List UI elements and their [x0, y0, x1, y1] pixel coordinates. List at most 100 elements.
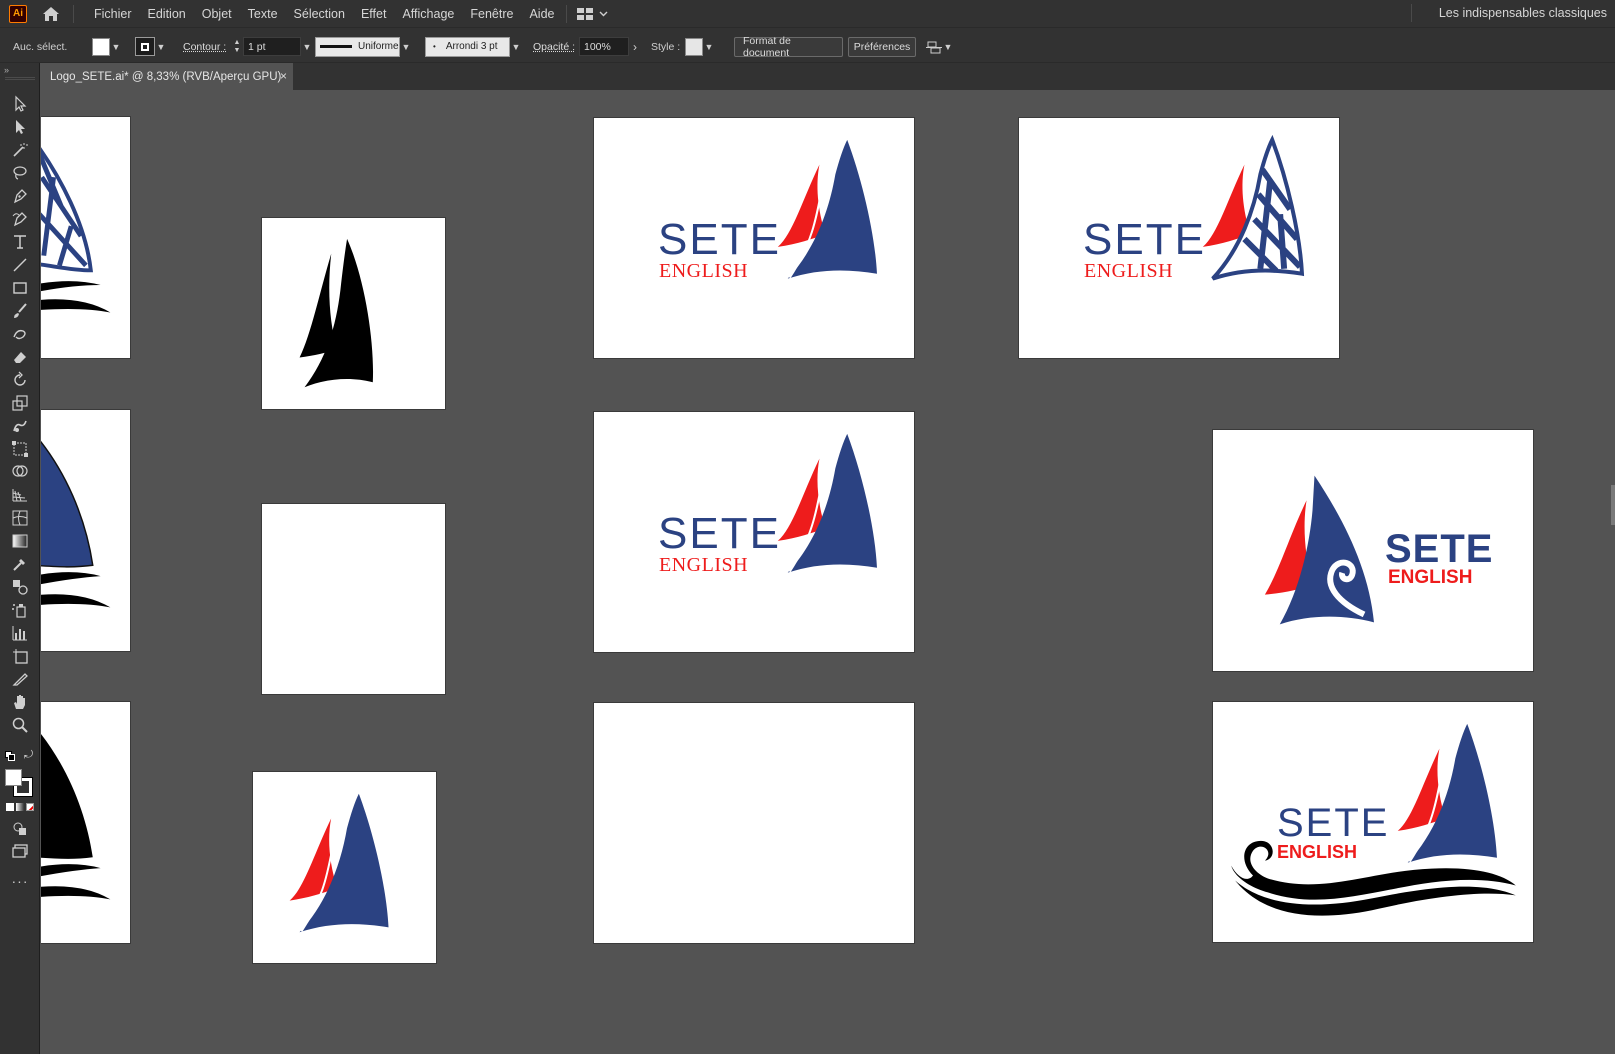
variable-width-profile[interactable]: Uniforme ▼: [315, 36, 412, 57]
chevron-down-icon[interactable]: ▼: [942, 37, 954, 56]
vertical-scrollbar[interactable]: [1611, 485, 1615, 525]
menu-fichier[interactable]: Fichier: [86, 7, 140, 21]
document-tab-title: Logo_SETE.ai* @ 8,33% (RVB/Aperçu GPU): [50, 70, 282, 83]
screen-mode-icon[interactable]: [8, 840, 32, 862]
canvas[interactable]: SETE ENGLISH SETE ENGLISH SETE ENGLISH S…: [41, 90, 1615, 1054]
opacity-input[interactable]: 100%: [579, 37, 629, 56]
eyedropper-tool-icon[interactable]: [8, 553, 32, 575]
line-tool-icon[interactable]: [8, 254, 32, 276]
direct-selection-tool-icon[interactable]: [8, 116, 32, 138]
workspace-switcher[interactable]: Les indispensables classiques: [1439, 6, 1607, 20]
stroke-color-control[interactable]: ▼: [135, 37, 167, 56]
brush-definition[interactable]: • Arrondi 3 pt ▼: [425, 36, 522, 57]
opacity-label[interactable]: Opacité :: [533, 37, 575, 56]
arrange-documents-button[interactable]: [577, 7, 608, 20]
more-tools-icon[interactable]: ···: [8, 870, 32, 892]
type-tool-icon[interactable]: [8, 231, 32, 253]
stroke-weight-input[interactable]: 1 pt: [243, 37, 301, 56]
artboard-logo-sete-english-a[interactable]: SETE ENGLISH: [593, 117, 915, 359]
control-bar: Auc. sélect. ▼ ▼ Contour : ▲ ▼ 1 pt ▼ Uni…: [0, 27, 1615, 63]
collapse-panel-icon[interactable]: »: [4, 65, 9, 75]
selection-tool-icon[interactable]: [8, 93, 32, 115]
column-graph-tool-icon[interactable]: [8, 622, 32, 644]
preferences-button[interactable]: Préférences: [848, 36, 916, 57]
paintbrush-tool-icon[interactable]: [8, 300, 32, 322]
magic-wand-icon[interactable]: [8, 139, 32, 161]
menu-fenetre[interactable]: Fenêtre: [462, 7, 521, 21]
artboard-blank-square[interactable]: [261, 503, 446, 695]
fill-stroke-widget[interactable]: [5, 769, 33, 797]
perspective-grid-tool-icon[interactable]: [8, 484, 32, 506]
chevron-down-icon[interactable]: ▼: [510, 37, 522, 56]
chevron-down-icon[interactable]: ▼: [301, 37, 313, 56]
stroke-swatch[interactable]: [135, 37, 155, 56]
artboard-tool-icon[interactable]: [8, 645, 32, 667]
stroke-weight-control[interactable]: ▲ ▼ 1 pt ▼: [231, 37, 313, 56]
graphic-style-control[interactable]: ▼: [685, 37, 715, 56]
artboard-black-sails[interactable]: [261, 217, 446, 410]
document-tab[interactable]: Logo_SETE.ai* @ 8,33% (RVB/Aperçu GPU) ×: [41, 63, 293, 90]
hand-tool-icon[interactable]: [8, 691, 32, 713]
menu-edition[interactable]: Edition: [140, 7, 194, 21]
black-sail-artwork: [41, 734, 111, 900]
artboard-sail-lines-partial[interactable]: [41, 116, 131, 359]
menu-objet[interactable]: Objet: [194, 7, 240, 21]
panel-grip[interactable]: [5, 77, 35, 80]
app-logo[interactable]: Ai: [9, 4, 27, 23]
close-icon[interactable]: ×: [280, 69, 287, 83]
artboard-wave-black-partial[interactable]: [41, 701, 131, 944]
fill-indicator[interactable]: [5, 769, 22, 786]
document-setup-button[interactable]: Format de document: [734, 35, 843, 59]
opacity-control[interactable]: 100% ›: [579, 37, 641, 56]
fill-swatch[interactable]: [92, 37, 110, 56]
slice-tool-icon[interactable]: [8, 668, 32, 690]
free-transform-tool-icon[interactable]: [8, 438, 32, 460]
shape-builder-tool-icon[interactable]: [8, 461, 32, 483]
lasso-tool-icon[interactable]: [8, 162, 32, 184]
color-mode-icon[interactable]: [6, 803, 14, 811]
menu-texte[interactable]: Texte: [240, 7, 286, 21]
chevron-down-icon[interactable]: ▼: [400, 37, 412, 56]
stepper-icon[interactable]: ▲ ▼: [231, 37, 243, 56]
arrange-panel-control[interactable]: ▼: [926, 37, 954, 56]
chevron-down-icon[interactable]: ▼: [110, 37, 122, 56]
drawing-mode-icon[interactable]: [8, 818, 32, 840]
menu-effet[interactable]: Effet: [353, 7, 394, 21]
rotate-tool-icon[interactable]: [8, 369, 32, 391]
zoom-tool-icon[interactable]: [8, 714, 32, 736]
chevron-right-icon[interactable]: ›: [629, 37, 641, 56]
symbol-sprayer-tool-icon[interactable]: [8, 599, 32, 621]
scale-tool-icon[interactable]: [8, 392, 32, 414]
artboard-logo-sete-english-b[interactable]: SETE ENGLISH: [593, 411, 915, 653]
artboard-color-sails[interactable]: [252, 771, 437, 964]
home-icon[interactable]: [41, 5, 61, 23]
profile-field[interactable]: Uniforme: [315, 36, 400, 57]
gradient-mode-icon[interactable]: [16, 803, 24, 811]
shaper-tool-icon[interactable]: [8, 323, 32, 345]
menu-selection[interactable]: Sélection: [286, 7, 353, 21]
mesh-tool-icon[interactable]: [8, 507, 32, 529]
swap-colors-icon[interactable]: ⤾: [24, 749, 33, 762]
blend-tool-icon[interactable]: [8, 576, 32, 598]
menu-affichage[interactable]: Affichage: [394, 7, 462, 21]
artboard-logo-sete-english-wave[interactable]: SETE ENGLISH: [1212, 701, 1534, 943]
chevron-down-icon[interactable]: ▼: [155, 37, 167, 56]
style-swatch[interactable]: [685, 37, 703, 56]
fill-color-control[interactable]: ▼: [92, 37, 122, 56]
chevron-down-icon[interactable]: ▼: [703, 37, 715, 56]
artboard-logo-sete-english-swirl[interactable]: SETE ENGLISH: [1212, 429, 1534, 672]
eraser-tool-icon[interactable]: [8, 346, 32, 368]
curvature-tool-icon[interactable]: [8, 208, 32, 230]
brush-field[interactable]: • Arrondi 3 pt: [425, 36, 510, 57]
artboard-wave-blue-partial[interactable]: [41, 409, 131, 652]
rectangle-tool-icon[interactable]: [8, 277, 32, 299]
gradient-tool-icon[interactable]: [8, 530, 32, 552]
warp-tool-icon[interactable]: [8, 415, 32, 437]
menu-aide[interactable]: Aide: [521, 7, 562, 21]
artboard-blank-wide[interactable]: [593, 702, 915, 944]
stroke-label[interactable]: Contour :: [183, 37, 226, 56]
default-colors-icon[interactable]: [5, 751, 15, 761]
artboard-logo-sete-english-lined[interactable]: SETE ENGLISH: [1018, 117, 1340, 359]
pen-tool-icon[interactable]: [8, 185, 32, 207]
none-mode-icon[interactable]: [26, 803, 34, 811]
